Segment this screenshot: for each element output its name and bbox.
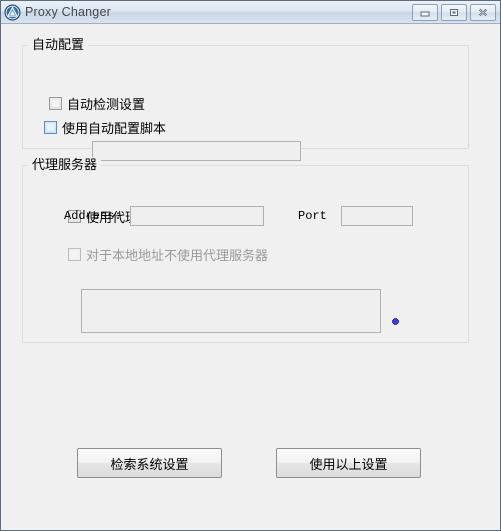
titlebar[interactable]: Proxy Changer: [1, 1, 500, 24]
minimize-button[interactable]: [412, 3, 438, 21]
bypass-local-addresses-label: 对于本地地址不使用代理服务器: [86, 248, 269, 263]
maximize-button[interactable]: [441, 3, 467, 21]
use-auto-config-script-checkbox[interactable]: [44, 121, 57, 134]
use-auto-config-script-label: 使用自动配置脚本: [62, 121, 167, 136]
proxy-port-input[interactable]: [341, 206, 413, 226]
auto-detect-settings-label: 自动检测设置: [67, 97, 146, 112]
auto-detect-settings-checkbox-row[interactable]: 自动检测设置: [49, 94, 145, 113]
close-button[interactable]: [470, 3, 496, 21]
proxy-changer-window: Proxy Changer 自动配置 自动检测设置 使用自动配置脚本 代理服务器…: [0, 0, 501, 531]
use-auto-config-script-checkbox-row[interactable]: 使用自动配置脚本: [44, 118, 166, 137]
bypass-local-addresses-checkbox-row[interactable]: 对于本地地址不使用代理服务器: [68, 245, 268, 264]
bypass-local-addresses-checkbox[interactable]: [68, 248, 81, 261]
proxy-server-legend: 代理服务器: [28, 157, 102, 173]
proxy-exceptions-textarea[interactable]: [81, 289, 381, 333]
auto-config-legend: 自动配置: [28, 37, 89, 53]
address-label: Address:: [64, 209, 122, 223]
apply-settings-button[interactable]: 使用以上设置: [276, 448, 421, 478]
app-logo-icon[interactable]: [4, 4, 21, 21]
retrieve-system-settings-button[interactable]: 检索系统设置: [77, 448, 222, 478]
window-title: Proxy Changer: [25, 5, 111, 19]
client-area: 自动配置 自动检测设置 使用自动配置脚本 代理服务器 使用代理服务器 Addre…: [1, 24, 500, 530]
auto-config-script-url-input[interactable]: [92, 141, 301, 161]
window-controls: [412, 3, 496, 21]
blue-dot-marker: [392, 318, 399, 325]
auto-detect-settings-checkbox[interactable]: [49, 97, 62, 110]
port-label: Port: [298, 209, 327, 223]
proxy-address-input[interactable]: [130, 206, 264, 226]
